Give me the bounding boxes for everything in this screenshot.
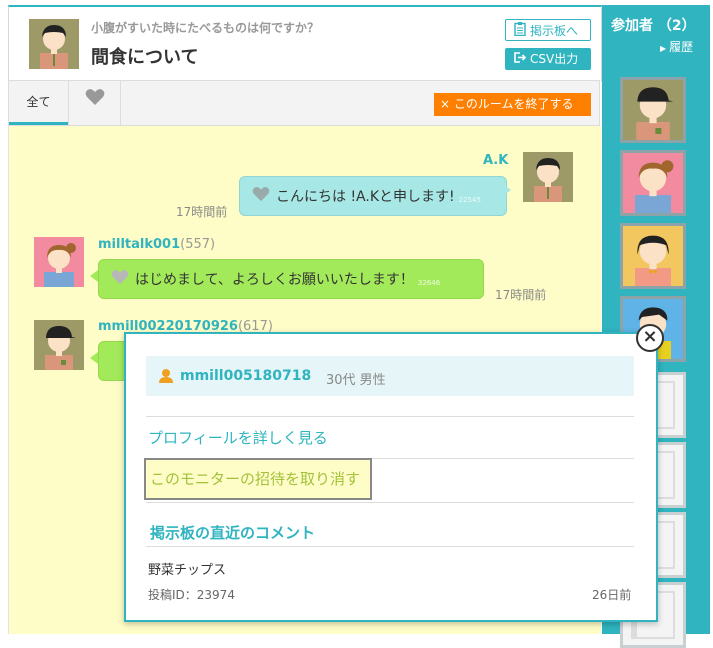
participant-avatar[interactable] [620,150,686,216]
message-username[interactable]: A.K [483,153,508,168]
like-count: 22545 [458,196,481,204]
bubble-tail [90,352,98,364]
triangle-right-icon: ▶ [660,44,667,53]
like-count: 32646 [417,279,441,287]
clipboard-icon [514,21,526,43]
divider [146,416,634,417]
tab-likes[interactable] [68,81,121,125]
bbs-button[interactable]: 掲示板へ [505,19,591,41]
comment-text: 野菜チップス [148,563,227,578]
message-time: 17時間前 [176,205,228,219]
room-header: 小腹がすいた時にたべるものは何ですか？ 間食について 掲示板へ CSV出力 [8,5,602,82]
user-popup: mmill005180718 30代 男性 プロフィールを詳しく見る このモニタ… [124,332,658,622]
close-icon[interactable]: × [636,324,664,352]
bbs-button-label: 掲示板へ [530,24,579,38]
tab-all[interactable]: 全て [9,81,68,125]
history-link[interactable]: ▶ 履歴 [660,38,693,55]
tab-bar: 全て × このルームを終了する [8,80,600,126]
message-bubble: はじめまして、よろしくお願いいたします！ 32646 [98,259,484,299]
csv-export-button[interactable]: CSV出力 [505,48,591,70]
message-text: はじめまして、よろしくお願いいたします！ [135,272,414,288]
recent-comments-title: 掲示板の直近のコメント [150,524,316,542]
divider [146,546,634,547]
room-avatar [29,19,79,69]
room-title: 間食について [91,47,199,68]
participant-avatar[interactable] [620,77,686,143]
divider [146,502,634,503]
heart-icon [85,81,105,125]
message-text: こんにちは !A.Kと申します! [276,189,455,205]
export-icon [513,49,527,71]
profile-link[interactable]: プロフィールを詳しく見る [148,427,328,448]
end-room-button[interactable]: × このルームを終了する [434,93,591,116]
participant-avatar[interactable] [620,223,686,289]
comment-id: 投稿ID：23974 [148,588,235,602]
comment-time: 26日前 [592,588,632,602]
message-time: 17時間前 [495,288,547,302]
user-info-box: mmill005180718 30代 男性 [146,356,634,396]
user-icon [158,368,174,388]
message-username[interactable]: milltalk001(557) [98,237,215,252]
popup-user-name[interactable]: mmill005180718 [180,368,311,384]
cancel-invite-link[interactable]: このモニターの招待を取り消す [144,458,372,500]
heart-icon[interactable] [252,186,270,206]
room-subtitle: 小腹がすいた時にたべるものは何ですか？ [91,21,320,35]
user-avatar[interactable] [523,152,573,202]
user-avatar[interactable] [34,237,84,287]
bubble-tail [90,270,98,282]
csv-button-label: CSV出力 [530,52,579,66]
user-avatar[interactable] [34,320,84,370]
popup-user-info: 30代 男性 [326,373,386,388]
heart-icon[interactable] [111,269,129,289]
message-bubble: こんにちは !A.Kと申します! 22545 [239,176,507,216]
participants-title: 参加者 （2） [611,18,696,34]
bubble-tail [503,184,511,196]
